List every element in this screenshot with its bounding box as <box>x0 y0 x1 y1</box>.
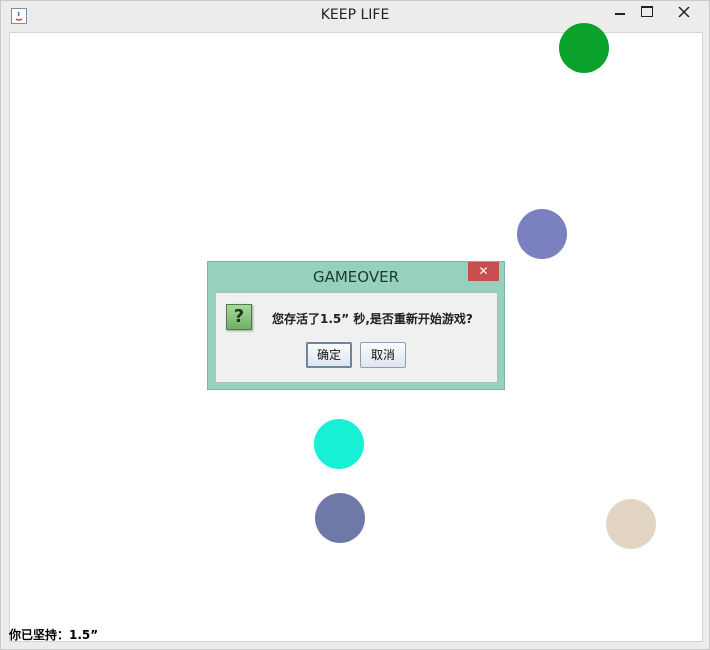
dialog-body: ? 您存活了1.5” 秒,是否重新开始游戏? 确定 取消 <box>215 292 498 383</box>
maximize-button[interactable] <box>634 1 660 23</box>
minimize-button[interactable] <box>608 1 634 23</box>
close-button[interactable] <box>662 1 706 23</box>
dialog-message: 您存活了1.5” 秒,是否重新开始游戏? <box>272 312 473 326</box>
app-window: KEEP LIFE 你已坚持：1.5” GAMEOVER ✕ ? 您存活了1.5… <box>0 0 710 650</box>
periwinkle-ball <box>517 209 567 259</box>
dialog-title: GAMEOVER <box>312 268 399 286</box>
green-ball <box>559 23 609 73</box>
confirm-button[interactable]: 确定 <box>306 342 352 368</box>
slate-ball <box>315 493 365 543</box>
minimize-icon <box>615 13 625 15</box>
title-bar[interactable]: KEEP LIFE <box>1 1 709 31</box>
gameover-dialog: GAMEOVER ✕ ? 您存活了1.5” 秒,是否重新开始游戏? 确定 取消 <box>207 261 505 390</box>
close-icon: ✕ <box>478 264 489 278</box>
question-icon: ? <box>226 304 252 330</box>
cancel-button[interactable]: 取消 <box>360 342 406 368</box>
window-title: KEEP LIFE <box>320 7 390 23</box>
close-icon <box>678 6 690 18</box>
maximize-icon <box>641 6 653 17</box>
dialog-close-button[interactable]: ✕ <box>468 262 499 281</box>
beige-ball <box>606 499 656 549</box>
cyan-ball <box>314 419 364 469</box>
survival-time-label: 你已坚持：1.5” <box>9 628 99 642</box>
